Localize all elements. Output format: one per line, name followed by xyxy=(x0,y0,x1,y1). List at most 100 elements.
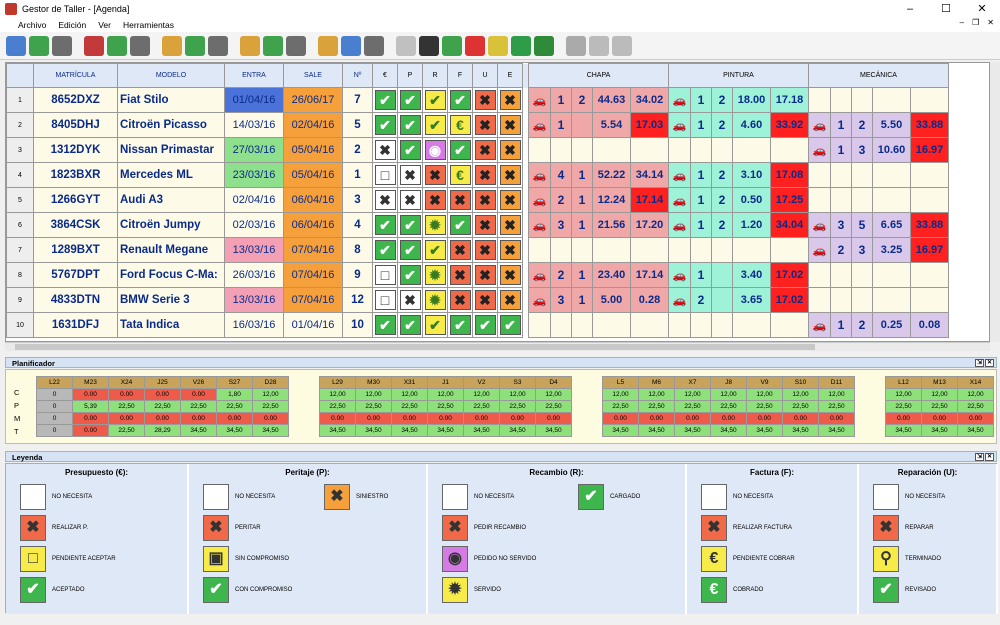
planner-cell[interactable]: 22,50 xyxy=(674,400,711,413)
status-cell[interactable]: ✔ xyxy=(422,87,448,113)
planner-day-header[interactable]: D4 xyxy=(535,376,572,389)
planner-cell[interactable]: 34,50 xyxy=(818,424,855,437)
plate-cell[interactable]: 8405DHJ xyxy=(33,112,118,138)
planner-day-header[interactable]: M13 xyxy=(921,376,958,389)
planner-cell[interactable]: 0.00 xyxy=(72,424,109,437)
planner-cell[interactable]: 12,00 xyxy=(885,388,922,401)
search-vehicle-icon[interactable] xyxy=(130,35,150,56)
planner-cell[interactable]: 22,50 xyxy=(319,400,356,413)
planner-cell[interactable]: 22,50 xyxy=(782,400,819,413)
search-tools-icon[interactable] xyxy=(286,35,306,56)
number-cell[interactable]: 10 xyxy=(342,312,373,338)
planner-cell[interactable]: 0.00 xyxy=(957,412,994,425)
table-row[interactable]: 5 1266GYT Audi A3 02/04/16 06/04/16 3 ✖ ✖ ✖ ✖ ✖ ✖ 🚗 2… xyxy=(6,187,949,213)
exit-date-cell[interactable]: 02/04/16 xyxy=(283,112,343,138)
planner-cell[interactable]: 22,50 xyxy=(355,400,392,413)
number-cell[interactable]: 9 xyxy=(342,262,373,288)
status-cell[interactable]: ✔ xyxy=(372,212,398,238)
mdi-restore-button[interactable]: ❐ xyxy=(972,18,979,27)
entry-date-cell[interactable]: 26/03/16 xyxy=(224,262,284,288)
status-cell[interactable]: ✖ xyxy=(497,212,523,238)
planner-day-header[interactable]: M6 xyxy=(638,376,675,389)
planner-cell[interactable]: 22,50 xyxy=(638,400,675,413)
planner-day-header[interactable]: L12 xyxy=(885,376,922,389)
planner-cell[interactable]: 12,00 xyxy=(782,388,819,401)
column-header[interactable]: SALE xyxy=(283,63,343,88)
note-icon[interactable] xyxy=(488,35,508,56)
status-cell[interactable]: ✔ xyxy=(447,87,473,113)
planner-cell[interactable]: 0.00 xyxy=(144,412,181,425)
plate-cell[interactable]: 1631DFJ xyxy=(33,312,118,338)
status-cell[interactable]: ✔ xyxy=(397,137,423,163)
planner-cell[interactable]: 0.00 xyxy=(252,412,289,425)
status-cell[interactable]: ✖ xyxy=(447,262,473,288)
planner-day-header[interactable]: V26 xyxy=(180,376,217,389)
planner-cell[interactable]: 12,00 xyxy=(391,388,428,401)
status-cell[interactable]: ✖ xyxy=(497,262,523,288)
column-header[interactable] xyxy=(6,63,34,88)
delete-icon[interactable] xyxy=(465,35,485,56)
planner-cell[interactable]: 0 xyxy=(36,400,73,413)
entry-date-cell[interactable]: 13/03/16 xyxy=(224,287,284,313)
column-header[interactable]: Nº xyxy=(342,63,373,88)
number-cell[interactable]: 8 xyxy=(342,237,373,263)
number-cell[interactable]: 7 xyxy=(342,87,373,113)
table-row[interactable]: 4 1823BXR Mercedes ML 23/03/16 05/04/16 1 □ ✖ ✖ €… xyxy=(6,162,949,188)
status-cell[interactable]: ✹ xyxy=(422,212,448,238)
status-cell[interactable]: ✖ xyxy=(472,137,498,163)
status-cell[interactable]: ✖ xyxy=(447,187,473,213)
planner-cell[interactable]: 0.00 xyxy=(638,412,675,425)
status-cell[interactable]: ✔ xyxy=(472,312,498,338)
calendar-icon[interactable] xyxy=(318,35,338,56)
planner-cell[interactable]: 12,00 xyxy=(957,388,994,401)
planner-day-header[interactable]: S27 xyxy=(216,376,253,389)
planner-cell[interactable]: 0.00 xyxy=(674,412,711,425)
menu-archivo[interactable]: Archivo xyxy=(12,20,52,30)
status-cell[interactable]: ✔ xyxy=(422,312,448,338)
mdi-minimize-button[interactable]: – xyxy=(960,18,964,27)
exit-date-cell[interactable]: 07/04/16 xyxy=(283,262,343,288)
table-row[interactable]: 6 3864CSK Citroën Jumpy 02/03/16 06/04/16 4 ✔ ✔… xyxy=(6,212,949,238)
status-cell[interactable]: ✖ xyxy=(422,187,448,213)
entry-date-cell[interactable]: 16/03/16 xyxy=(224,312,284,338)
table-row[interactable]: 2 8405DHJ Citroën Picasso 14/03/16 02/04/16 5… xyxy=(6,112,949,138)
plate-cell[interactable]: 4833DTN xyxy=(33,287,118,313)
planner-cell[interactable]: 34,50 xyxy=(355,424,392,437)
model-cell[interactable]: Audi A3 xyxy=(117,187,225,213)
planner-cell[interactable]: 34,50 xyxy=(782,424,819,437)
planner-day-header[interactable]: X14 xyxy=(957,376,994,389)
model-cell[interactable]: Tata Indica xyxy=(117,312,225,338)
planner-day-header[interactable]: S3 xyxy=(499,376,536,389)
status-cell[interactable]: ✔ xyxy=(372,112,398,138)
plate-cell[interactable]: 5767DPT xyxy=(33,262,118,288)
planner-cell[interactable]: 5,39 xyxy=(72,400,109,413)
planner-cell[interactable]: 34,50 xyxy=(638,424,675,437)
exit-date-cell[interactable]: 05/04/16 xyxy=(283,162,343,188)
status-cell[interactable]: ✖ xyxy=(497,137,523,163)
model-cell[interactable]: Mercedes ML xyxy=(117,162,225,188)
entry-date-cell[interactable]: 02/03/16 xyxy=(224,212,284,238)
planner-cell[interactable]: 34,50 xyxy=(180,424,217,437)
planner-cell[interactable]: 0.00 xyxy=(391,412,428,425)
status-cell[interactable]: ✔ xyxy=(372,312,398,338)
column-header[interactable]: F xyxy=(447,63,473,88)
status-cell[interactable]: ✖ xyxy=(397,287,423,313)
planner-day-header[interactable]: D11 xyxy=(818,376,855,389)
add-vehicle-icon[interactable] xyxy=(107,35,127,56)
status-cell[interactable]: ✖ xyxy=(472,162,498,188)
planner-pin-button[interactable]: ⇲ xyxy=(975,359,984,367)
menu-herramientas[interactable]: Herramientas xyxy=(117,20,180,30)
planner-day-header[interactable]: S10 xyxy=(782,376,819,389)
status-cell[interactable]: ✖ xyxy=(472,112,498,138)
number-cell[interactable]: 5 xyxy=(342,112,373,138)
status-cell[interactable]: € xyxy=(447,162,473,188)
planner-day-header[interactable]: L5 xyxy=(602,376,639,389)
planner-cell[interactable]: 22,50 xyxy=(921,400,958,413)
exit-date-cell[interactable]: 05/04/16 xyxy=(283,137,343,163)
planner-cell[interactable]: 12,00 xyxy=(427,388,464,401)
model-cell[interactable]: BMW Serie 3 xyxy=(117,287,225,313)
status-cell[interactable]: □ xyxy=(372,287,398,313)
entry-date-cell[interactable]: 02/04/16 xyxy=(224,187,284,213)
status-cell[interactable]: ✖ xyxy=(472,262,498,288)
status-cell[interactable]: ✖ xyxy=(472,187,498,213)
